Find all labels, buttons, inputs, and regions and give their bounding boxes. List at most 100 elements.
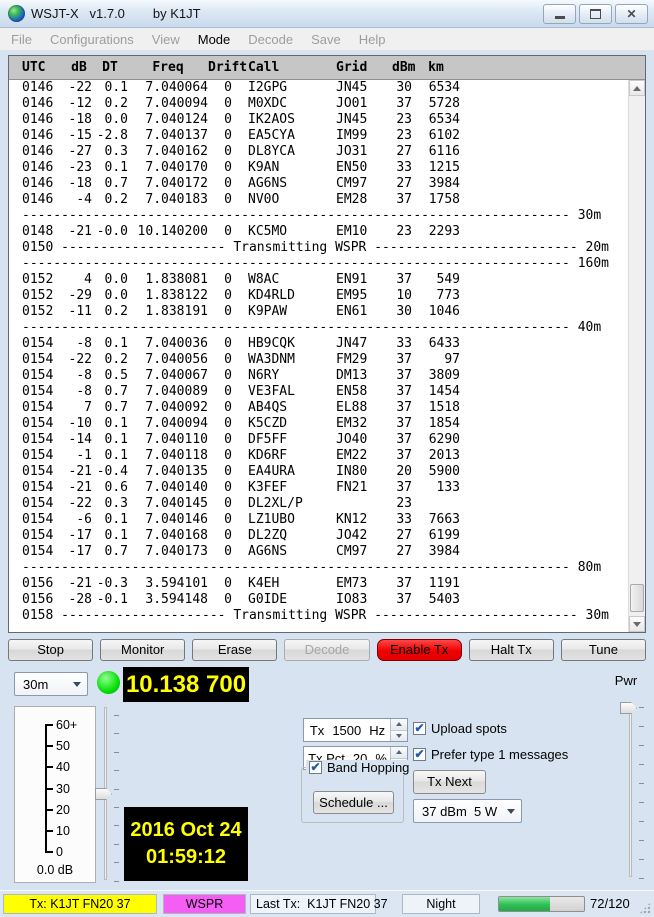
menu-save[interactable]: Save	[302, 29, 350, 50]
tx-freq-spinbox[interactable]: Tx1500Hz	[303, 718, 408, 742]
rx-gain-slider[interactable]	[100, 706, 122, 882]
decode-row[interactable]: 0156-21-0.33.5941010K4EHEM73371191	[9, 576, 628, 592]
decode-row[interactable]: 0148-21-0.010.1402000KC5MOEM10232293	[9, 224, 628, 240]
menu-configurations[interactable]: Configurations	[41, 29, 143, 50]
band-separator-row[interactable]: ----------------------------------------…	[9, 560, 628, 576]
menu-help[interactable]: Help	[350, 29, 395, 50]
time-text: 01:59:12	[146, 846, 226, 869]
window-byline: by K1JT	[153, 6, 201, 21]
vertical-scrollbar[interactable]	[628, 80, 645, 632]
decode-row[interactable]: 0154-10.17.0401180KD6RFEM22372013	[9, 448, 628, 464]
arrow-up-icon	[396, 750, 402, 754]
menu-file[interactable]: File	[2, 29, 41, 50]
scroll-down-button[interactable]	[629, 616, 645, 632]
halt-tx-button[interactable]: Halt Tx	[469, 639, 554, 661]
datetime-display: 2016 Oct 24 01:59:12	[124, 807, 248, 881]
enable-tx-button[interactable]: Enable Tx	[377, 639, 462, 661]
slider-tick	[639, 707, 644, 708]
decode-list-body: 0146-220.17.0400640I2GPGJN453065340146-1…	[9, 80, 628, 632]
resize-grip-icon[interactable]	[639, 902, 651, 914]
decode-row[interactable]: 0146-180.77.0401720AG6NSCM97273984	[9, 176, 628, 192]
menu-view[interactable]: View	[143, 29, 189, 50]
prefer-type1-label: Prefer type 1 messages	[431, 747, 568, 762]
decode-row[interactable]: 0154-170.77.0401730AG6NSCM97273984	[9, 544, 628, 560]
tx-freq-text: Tx1500Hz	[304, 719, 391, 741]
column-header-drift: Drift	[208, 60, 232, 75]
slider-tick	[639, 726, 644, 727]
decode-row[interactable]: 0156-28-0.13.5941480G0IDEIO83375403	[9, 592, 628, 608]
scrollbar-thumb[interactable]	[630, 584, 644, 612]
upload-spots-checkbox[interactable]: ✔ Upload spots	[413, 721, 507, 736]
menu-mode[interactable]: Mode	[189, 29, 240, 50]
slider-tick	[639, 821, 644, 822]
decode-row[interactable]: 0154-80.57.0400670N6RYDM13373809	[9, 368, 628, 384]
minimize-button[interactable]	[543, 4, 576, 24]
schedule-button[interactable]: Schedule ...	[313, 791, 394, 814]
app-icon	[8, 5, 25, 22]
checkbox-icon: ✔	[413, 722, 426, 735]
pwr-handle[interactable]	[620, 702, 637, 714]
tx-freq-spin-up[interactable]	[391, 719, 407, 730]
decode-row[interactable]: 0146-120.27.0400940M0XDCJO01375728	[9, 96, 628, 112]
decode-row[interactable]: 015470.77.0400920AB4QSEL88371518	[9, 400, 628, 416]
decode-row[interactable]: 0154-170.17.0401680DL2ZQJO42276199	[9, 528, 628, 544]
decode-row[interactable]: 0146-180.07.0401240IK2AOSJN45236534	[9, 112, 628, 128]
decode-row[interactable]: 0154-80.77.0400890VE3FALEN58371454	[9, 384, 628, 400]
monitor-button[interactable]: Monitor	[100, 639, 185, 661]
decode-row[interactable]: 0146-270.37.0401620DL8YCAJO31276116	[9, 144, 628, 160]
maximize-button[interactable]	[579, 4, 612, 24]
decode-row[interactable]: 0152-110.21.8381910K9PAWEN61301046	[9, 304, 628, 320]
meter-tick-label: 0	[56, 846, 63, 858]
window-controls: ✕	[543, 4, 648, 24]
date-text: 2016 Oct 24	[130, 819, 241, 842]
decode-row[interactable]: 0154-80.17.0400360HB9CQKJN47336433	[9, 336, 628, 352]
decode-row[interactable]: 0146-15-2.87.0401370EA5CYAIM99236102	[9, 128, 628, 144]
band-hopping-checkbox[interactable]: ✔ Band Hopping	[306, 760, 412, 775]
decode-row[interactable]: 0146-220.17.0400640I2GPGJN45306534	[9, 80, 628, 96]
prefer-type1-checkbox[interactable]: ✔ Prefer type 1 messages	[413, 747, 568, 762]
decode-row[interactable]: 0146-230.17.0401700K9ANEN50331215	[9, 160, 628, 176]
decode-row[interactable]: 0154-21-0.47.0401350EA4URAIN80205900	[9, 464, 628, 480]
band-select[interactable]: 30m	[14, 672, 88, 696]
band-separator-row[interactable]: ----------------------------------------…	[9, 256, 628, 272]
slider-tick	[114, 807, 119, 808]
tx-progress-label: 72/120	[590, 896, 630, 911]
meter-tick-label: 50	[56, 740, 70, 752]
decode-row[interactable]: 0154-100.17.0400940K5CZDEM32371854	[9, 416, 628, 432]
decode-row[interactable]: 0152-290.01.8381220KD4RLDEM9510773	[9, 288, 628, 304]
upload-spots-label: Upload spots	[431, 721, 507, 736]
pwr-groove	[629, 703, 632, 877]
tune-button[interactable]: Tune	[561, 639, 646, 661]
decode-row[interactable]: 0154-140.17.0401100DF5FFJO40376290	[9, 432, 628, 448]
column-header-km: km	[412, 60, 460, 75]
transmitting-row[interactable]: 0150 --------------------- Transmitting …	[9, 240, 628, 256]
decode-button: Decode	[284, 639, 369, 661]
decode-row[interactable]: 0154-60.17.0401460LZ1UBOKN12337663	[9, 512, 628, 528]
tx-next-button[interactable]: Tx Next	[413, 770, 486, 794]
menu-decode[interactable]: Decode	[239, 29, 302, 50]
pwr-slider[interactable]	[625, 700, 647, 880]
column-header-dbm: dBm	[392, 60, 412, 75]
chevron-down-icon	[507, 809, 515, 814]
slider-tick	[639, 783, 644, 784]
close-button[interactable]: ✕	[615, 4, 648, 24]
band-separator-row[interactable]: ----------------------------------------…	[9, 320, 628, 336]
stop-button[interactable]: Stop	[8, 639, 93, 661]
decode-row[interactable]: 015240.01.8380810W8ACEN9137549	[9, 272, 628, 288]
power-select-value: 37 dBm 5 W	[414, 804, 497, 819]
scroll-up-icon	[633, 86, 641, 91]
tx-freq-spin-down[interactable]	[391, 730, 407, 742]
rx-gain-handle[interactable]	[95, 788, 112, 800]
decode-row[interactable]: 0154-210.67.0401400K3FEFFN2137133	[9, 480, 628, 496]
decode-row[interactable]: 0146-40.27.0401830NV0OEM28371758	[9, 192, 628, 208]
decode-row[interactable]: 0154-220.27.0400560WA3DNMFM293797	[9, 352, 628, 368]
transmitting-row[interactable]: 0158 --------------------- Transmitting …	[9, 608, 628, 624]
check-icon: ✔	[310, 761, 320, 773]
meter-tick-label: 30	[56, 783, 70, 795]
decode-row[interactable]: 0154-220.37.0401450DL2XL/P23	[9, 496, 628, 512]
band-separator-row[interactable]: ----------------------------------------…	[9, 208, 628, 224]
scroll-up-button[interactable]	[629, 80, 645, 96]
tx-pct-spin-up[interactable]	[391, 747, 407, 758]
power-select[interactable]: 37 dBm 5 W	[413, 799, 522, 823]
erase-button[interactable]: Erase	[192, 639, 277, 661]
